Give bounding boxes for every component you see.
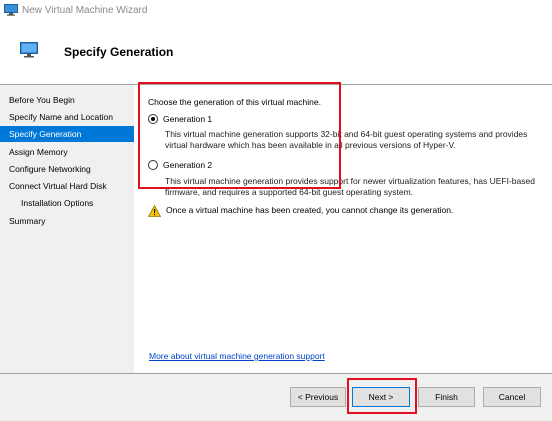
cancel-button[interactable]: Cancel <box>483 387 541 407</box>
nav-item-before-you-begin[interactable]: Before You Begin <box>0 92 134 108</box>
nav-item-specify-generation[interactable]: Specify Generation <box>0 126 134 142</box>
title-bar: New Virtual Machine Wizard <box>0 0 552 22</box>
previous-button[interactable]: < Previous <box>290 387 346 407</box>
window-title: New Virtual Machine Wizard <box>22 5 148 16</box>
wizard-header: Specify Generation <box>0 22 552 84</box>
page-title: Specify Generation <box>64 45 174 59</box>
monitor-icon <box>4 4 18 16</box>
wizard-footer: < Previous Next > Finish Cancel <box>0 374 552 421</box>
highlight-box-generation-options <box>138 82 341 189</box>
warning-icon <box>148 205 161 217</box>
nav-item-configure-networking[interactable]: Configure Networking <box>0 161 134 177</box>
nav-item-installation-options[interactable]: Installation Options <box>0 195 134 211</box>
nav-item-summary[interactable]: Summary <box>0 213 134 229</box>
nav-item-specify-name-location[interactable]: Specify Name and Location <box>0 109 134 125</box>
monitor-icon <box>20 42 38 58</box>
generation-warning: Once a virtual machine has been created,… <box>166 205 454 215</box>
wizard-nav: Before You Begin Specify Name and Locati… <box>0 85 134 373</box>
finish-button[interactable]: Finish <box>418 387 475 407</box>
more-info-link[interactable]: More about virtual machine generation su… <box>149 351 325 361</box>
nav-item-assign-memory[interactable]: Assign Memory <box>0 144 134 160</box>
nav-item-connect-virtual-hard-disk[interactable]: Connect Virtual Hard Disk <box>0 178 134 194</box>
highlight-box-next-button <box>347 378 417 414</box>
